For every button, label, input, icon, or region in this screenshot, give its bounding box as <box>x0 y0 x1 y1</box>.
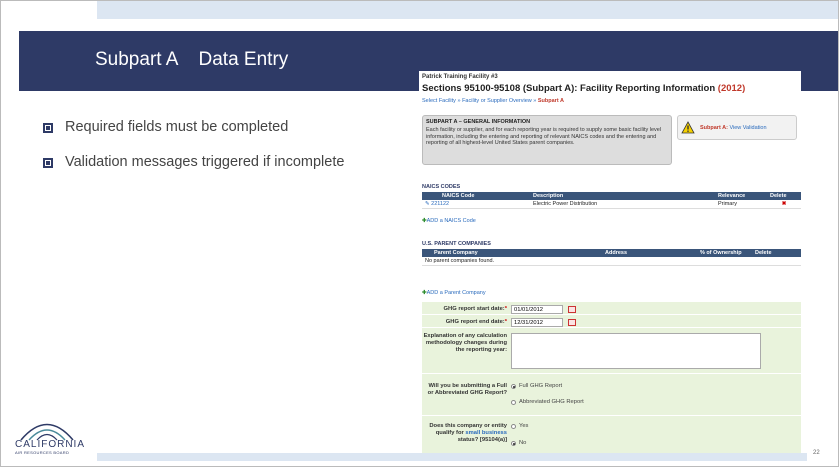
report-form: GHG report start date:* 01/01/2012 GHG r… <box>422 302 801 461</box>
column-header: Description <box>530 192 715 200</box>
add-parent-company-link[interactable]: ✚ADD a Parent Company <box>422 290 486 296</box>
carb-logo: CALIFORNIA AIR RESOURCES BOARD <box>15 415 97 466</box>
radio-icon <box>511 399 516 405</box>
bullet-text: Required fields must be completed <box>65 119 289 135</box>
add-parent-label: ADD a Parent Company <box>426 290 486 296</box>
page-number: 22 <box>813 450 820 456</box>
end-date-row: GHG report end date:* 12/31/2012 <box>422 315 801 328</box>
square-bullet-icon <box>43 123 53 133</box>
bullet-list: Required fields must be completed Valida… <box>43 119 373 189</box>
general-info-title: SUBPART A – GENERAL INFORMATION <box>426 119 531 125</box>
radio-selected-icon <box>511 440 516 446</box>
small-business-no-radio[interactable]: No <box>511 440 526 446</box>
column-header: Parent Company <box>422 249 602 257</box>
calendar-icon[interactable] <box>568 306 576 313</box>
add-naics-link[interactable]: ✚ADD a NAICS Code <box>422 218 476 224</box>
validation-label: Subpart A: <box>700 124 728 131</box>
small-business-label: Does this company or entity qualify for … <box>429 423 507 443</box>
validation-box: Subpart A: View Validation <box>677 115 797 140</box>
column-header: Address <box>602 249 697 257</box>
page-title: Sections 95100-95108 (Subpart A): Facili… <box>422 83 745 94</box>
column-header: % of Ownership <box>697 249 752 257</box>
explanation-label: Explanation of any calculation methodolo… <box>423 333 507 353</box>
end-date-input[interactable]: 12/31/2012 <box>511 318 563 327</box>
parent-companies-table: Parent Company Address % of Ownership De… <box>422 249 801 266</box>
naics-heading: NAICS CODES <box>422 184 461 190</box>
small-business-yes-radio[interactable]: Yes <box>511 423 528 429</box>
breadcrumb-select-facility[interactable]: Select Facility <box>422 98 456 104</box>
logo-arcs-icon <box>20 423 74 441</box>
general-info-text: Each facility or supplier, and for each … <box>426 127 662 146</box>
breadcrumb: Select Facility » Facility or Supplier O… <box>422 98 564 104</box>
delete-icon[interactable]: ✖ <box>782 201 787 207</box>
bullet-item: Required fields must be completed <box>43 119 373 136</box>
slide-title: Subpart A Data Entry <box>95 49 289 70</box>
slide: Subpart A Data Entry Required fields mus… <box>0 0 839 467</box>
reporting-year: (2012) <box>717 83 746 94</box>
full-report-radio[interactable]: Full GHG Report <box>511 383 562 389</box>
column-header: Delete <box>767 192 801 200</box>
table-row: No parent companies found. <box>422 257 801 266</box>
logo-subtitle: AIR RESOURCES BOARD <box>15 450 70 455</box>
facility-name: Patrick Training Facility #3 <box>422 74 498 80</box>
column-header: Relevance <box>715 192 767 200</box>
report-type-label: Will you be submitting a Full or Abbrevi… <box>427 383 507 396</box>
naics-table: NAICS Code Description Relevance Delete … <box>422 192 801 209</box>
parent-companies-heading: U.S. PARENT COMPANIES <box>422 241 491 247</box>
view-validation-link[interactable]: View Validation <box>729 125 766 131</box>
edit-icon[interactable]: ✎ <box>425 201 430 207</box>
bullet-text: Validation messages triggered if incompl… <box>65 154 345 170</box>
top-accent-strip <box>97 1 838 19</box>
embedded-screenshot: Patrick Training Facility #3 Sections 95… <box>419 71 801 461</box>
square-bullet-icon <box>43 158 53 168</box>
page-title-text: Sections 95100-95108 (Subpart A): Facili… <box>422 83 716 94</box>
naics-relevance: Primary <box>715 200 767 209</box>
general-info-box: SUBPART A – GENERAL INFORMATION Each fac… <box>422 115 672 165</box>
add-naics-label: ADD a NAICS Code <box>426 218 476 224</box>
warning-icon <box>681 121 695 134</box>
explanation-row: Explanation of any calculation methodolo… <box>422 328 801 374</box>
column-header: Delete <box>752 249 801 257</box>
naics-code-link[interactable]: 221122 <box>431 201 449 207</box>
report-type-row: Will you be submitting a Full or Abbrevi… <box>422 374 801 416</box>
abbreviated-report-radio[interactable]: Abbreviated GHG Report <box>511 399 584 405</box>
calendar-icon[interactable] <box>568 319 576 326</box>
breadcrumb-overview[interactable]: Facility or Supplier Overview <box>462 98 532 104</box>
bottom-accent-strip <box>97 453 807 461</box>
no-parent-companies: No parent companies found. <box>422 257 801 266</box>
bullet-item: Validation messages triggered if incompl… <box>43 154 373 171</box>
start-date-input[interactable]: 01/01/2012 <box>511 305 563 314</box>
breadcrumb-current: Subpart A <box>537 98 564 104</box>
radio-icon <box>511 423 516 429</box>
small-business-link[interactable]: small business <box>465 430 507 436</box>
naics-description: Electric Power Distribution <box>530 200 715 209</box>
start-date-label: GHG report start date:* <box>443 306 507 312</box>
explanation-textarea[interactable] <box>511 333 761 369</box>
column-header: NAICS Code <box>422 192 530 200</box>
radio-selected-icon <box>511 383 516 389</box>
table-row: ✎ 221122 Electric Power Distribution Pri… <box>422 200 801 209</box>
end-date-label: GHG report end date:* <box>445 319 507 325</box>
logo-wordmark: CALIFORNIA <box>15 439 86 450</box>
start-date-row: GHG report start date:* 01/01/2012 <box>422 302 801 315</box>
